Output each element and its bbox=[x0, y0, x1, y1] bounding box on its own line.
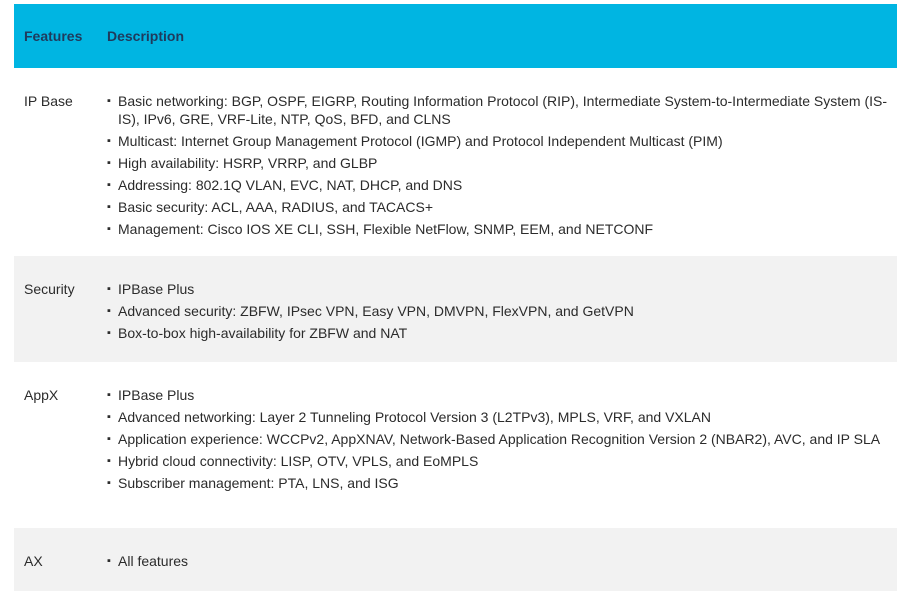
description-list: ▪ All features bbox=[107, 552, 897, 570]
bullet-icon: ▪ bbox=[107, 327, 111, 339]
table-row-appx: AppX ▪ IPBase Plus ▪ Advanced networking: … bbox=[14, 362, 897, 528]
feature-name: AX bbox=[24, 553, 43, 569]
bullet-icon: ▪ bbox=[107, 389, 111, 401]
list-item: ▪ All features bbox=[107, 553, 189, 569]
list-item: ▪ Basic networking: BGP, OSPF, EIGRP, Rou… bbox=[107, 93, 888, 127]
table-header-row: Features Description bbox=[14, 4, 897, 68]
list-item: ▪ Advanced networking: Layer 2 Tunneling … bbox=[107, 409, 711, 425]
list-item: ▪ Application experience: WCCPv2, AppXNAV… bbox=[107, 431, 881, 447]
table-row-security: Security ▪ IPBase Plus ▪ Advanced security… bbox=[14, 256, 897, 362]
list-item: ▪ Addressing: 802.1Q VLAN, EVC, NAT, DHCP… bbox=[107, 177, 463, 193]
table-row-ax: AX ▪ All features bbox=[14, 528, 897, 591]
list-item: ▪ IPBase Plus bbox=[107, 281, 195, 297]
bullet-icon: ▪ bbox=[107, 201, 111, 213]
bullet-icon: ▪ bbox=[107, 433, 111, 445]
list-item: ▪ Multicast: Internet Group Management Pr… bbox=[107, 133, 723, 149]
feature-description: ▪ IPBase Plus ▪ Advanced security: ZBFW, I… bbox=[107, 280, 897, 362]
list-item: ▪ Basic security: ACL, AAA, RADIUS, and T… bbox=[107, 199, 433, 215]
table-row-ip-base: IP Base ▪ Basic networking: BGP, OSPF, EI… bbox=[14, 68, 897, 256]
feature-description: ▪ IPBase Plus ▪ Advanced networking: Layer… bbox=[107, 386, 897, 528]
feature-name: Security bbox=[24, 281, 75, 297]
list-item: ▪ Management: Cisco IOS XE CLI, SSH, Flex… bbox=[107, 221, 654, 237]
description-list: ▪ IPBase Plus ▪ Advanced networking: Layer… bbox=[107, 386, 897, 492]
feature-description: ▪ All features bbox=[107, 552, 897, 591]
bullet-icon: ▪ bbox=[107, 305, 111, 317]
feature-name: IP Base bbox=[24, 93, 73, 109]
bullet-icon: ▪ bbox=[107, 157, 111, 169]
list-item: ▪ Box-to-box high-availability for ZBFW a… bbox=[107, 325, 408, 341]
list-item: ▪ Advanced security: ZBFW, IPsec VPN, Eas… bbox=[107, 303, 634, 319]
header-features: Features bbox=[24, 28, 83, 44]
bullet-icon: ▪ bbox=[107, 223, 111, 235]
bullet-icon: ▪ bbox=[107, 477, 111, 489]
list-item: ▪ IPBase Plus bbox=[107, 387, 195, 403]
bullet-icon: ▪ bbox=[107, 283, 111, 295]
bullet-icon: ▪ bbox=[107, 135, 111, 147]
feature-description: ▪ Basic networking: BGP, OSPF, EIGRP, Rou… bbox=[107, 92, 897, 256]
description-list: ▪ Basic networking: BGP, OSPF, EIGRP, Rou… bbox=[107, 92, 897, 238]
list-item: ▪ Subscriber management: PTA, LNS, and IS… bbox=[107, 475, 399, 491]
feature-name: AppX bbox=[24, 387, 59, 403]
bullet-icon: ▪ bbox=[107, 95, 111, 107]
bullet-icon: ▪ bbox=[107, 455, 111, 467]
description-list: ▪ IPBase Plus ▪ Advanced security: ZBFW, I… bbox=[107, 280, 897, 342]
bullet-icon: ▪ bbox=[107, 411, 111, 423]
list-item: ▪ Hybrid cloud connectivity: LISP, OTV, V… bbox=[107, 453, 479, 469]
header-description: Description bbox=[107, 28, 185, 44]
list-item: ▪ High availability: HSRP, VRRP, and GLBP bbox=[107, 155, 378, 171]
bullet-icon: ▪ bbox=[107, 555, 111, 567]
feature-table: Features Description IP Base ▪ Basic netw… bbox=[14, 4, 897, 591]
bullet-icon: ▪ bbox=[107, 179, 111, 191]
